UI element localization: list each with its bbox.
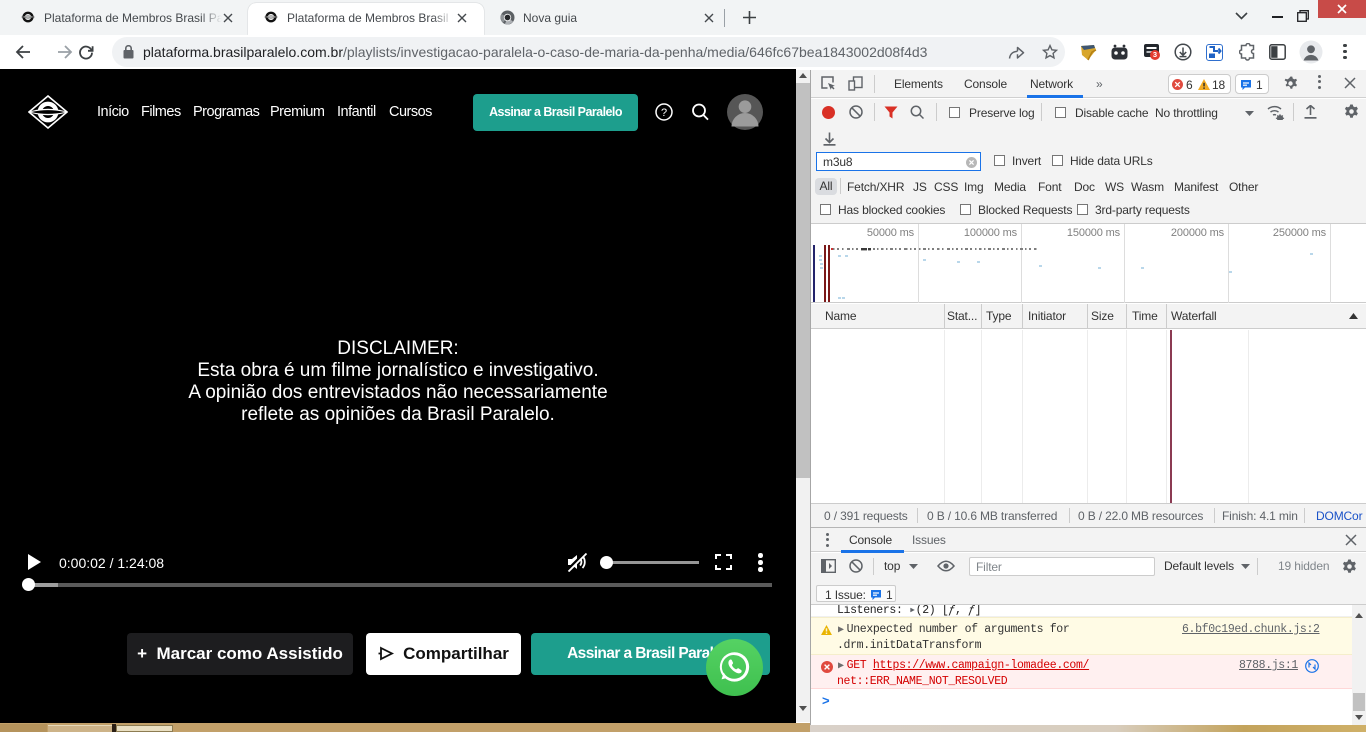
svg-text:?: ? — [661, 107, 667, 119]
